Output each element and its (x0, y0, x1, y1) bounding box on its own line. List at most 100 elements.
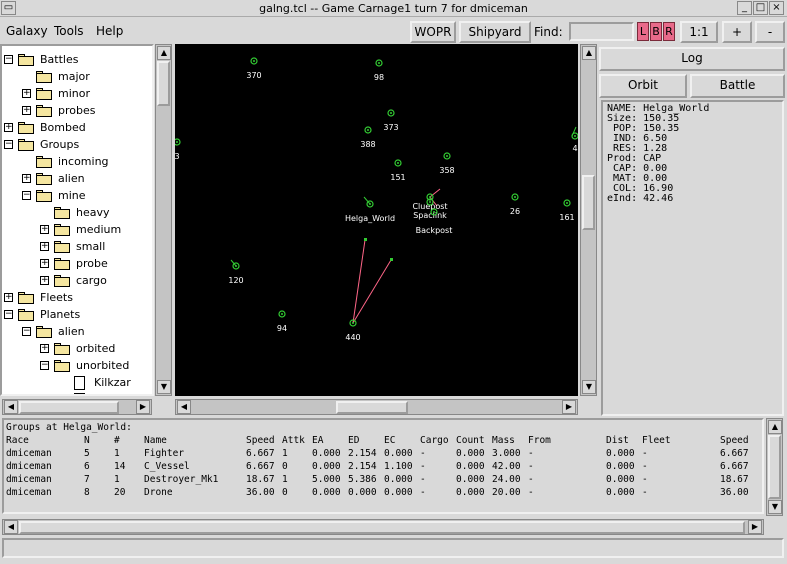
tree-item[interactable]: + Bombed (2, 120, 152, 137)
planet-label[interactable]: Cluepost (412, 202, 447, 211)
tree-item[interactable]: − Planets (2, 307, 152, 324)
planet-label[interactable]: 3 (175, 152, 180, 161)
collapse-icon[interactable]: − (22, 191, 31, 200)
tree-item[interactable]: − Groups (2, 137, 152, 154)
expand-icon[interactable]: + (4, 123, 13, 132)
expand-icon[interactable]: + (40, 276, 49, 285)
tree-item[interactable]: + probe (2, 256, 152, 273)
map-canvas[interactable]: 370 9837338815135826161Helga_World1209444… (175, 44, 578, 396)
planet-label[interactable]: 440 (345, 333, 360, 342)
planet-label[interactable]: Helga_World (345, 214, 395, 223)
expand-icon[interactable]: + (22, 174, 31, 183)
groups-scroll-up-icon[interactable]: ▲ (768, 420, 782, 434)
expand-icon[interactable]: + (40, 259, 49, 268)
tree-item[interactable]: − Battles (2, 52, 152, 69)
planet-label[interactable]: Spaclink (413, 211, 447, 220)
tree-item[interactable]: Mo... (2, 392, 152, 394)
scroll-down-icon[interactable]: ▼ (157, 380, 171, 394)
planet-label[interactable]: 388 (360, 140, 375, 149)
planet-label[interactable]: 26 (510, 207, 520, 216)
map-scroll-down-icon[interactable]: ▼ (582, 380, 596, 394)
groups-vertical-scrollbar[interactable]: ▲ ▼ (766, 418, 783, 516)
zoom-out-button[interactable]: - (755, 21, 785, 43)
tree-hscroll-thumb[interactable] (19, 401, 119, 414)
tree-item[interactable]: + alien (2, 171, 152, 188)
planet-label[interactable]: 370 (246, 71, 261, 80)
tree-item[interactable]: + cargo (2, 273, 152, 290)
groups-scroll-right-icon[interactable]: ▶ (748, 520, 762, 534)
tree-item[interactable]: − alien (2, 324, 152, 341)
map-hscroll-thumb[interactable] (336, 401, 408, 414)
l-button[interactable]: L (637, 22, 649, 41)
tree-item[interactable]: + medium (2, 222, 152, 239)
tree-horizontal-scrollbar[interactable]: ◀ ▶ (2, 399, 152, 415)
galaxy-map[interactable]: 370 98 373 388 151 358 26 161 Helga_World 120 94 44… (175, 44, 578, 396)
zoom-in-button[interactable]: + (722, 21, 752, 43)
map-scroll-right-icon[interactable]: ▶ (562, 400, 576, 414)
tree-item[interactable]: major (2, 69, 152, 86)
log-button[interactable]: Log (599, 47, 785, 71)
tree-scroll-thumb[interactable] (157, 61, 170, 106)
navigation-tree[interactable]: − Battles major + minor + probes + Bombed − Groups… (0, 44, 154, 396)
menu-galaxy[interactable]: Galaxy (6, 24, 48, 38)
planet-label[interactable]: 120 (228, 276, 243, 285)
groups-scroll-left-icon[interactable]: ◀ (4, 520, 18, 534)
groups-scroll-down-icon[interactable]: ▼ (768, 500, 782, 514)
orbit-button[interactable]: Orbit (599, 74, 687, 98)
tree-item[interactable]: − mine (2, 188, 152, 205)
map-vertical-scrollbar[interactable]: ▲ ▼ (580, 44, 597, 396)
planet-label[interactable]: 358 (439, 166, 454, 175)
tree-item[interactable]: + minor (2, 86, 152, 103)
collapse-icon[interactable]: − (40, 361, 49, 370)
minimize-icon[interactable]: _ (737, 1, 752, 15)
tree-item[interactable]: − unorbited (2, 358, 152, 375)
menu-tools[interactable]: Tools (54, 24, 84, 38)
groups-horizontal-scrollbar[interactable]: ◀ ▶ (2, 519, 764, 535)
wopr-button[interactable]: WOPR (410, 21, 456, 43)
collapse-icon[interactable]: − (22, 327, 31, 336)
tree-item[interactable]: + small (2, 239, 152, 256)
map-vscroll-thumb[interactable] (582, 175, 595, 230)
fleet-marker[interactable] (390, 258, 393, 261)
planet-label[interactable]: 4 (572, 144, 577, 153)
maximize-icon[interactable]: □ (753, 1, 768, 15)
expand-icon[interactable]: + (22, 106, 31, 115)
tree-item[interactable]: + orbited (2, 341, 152, 358)
planet-label[interactable]: Backpost (416, 226, 453, 235)
groups-hscroll-thumb[interactable] (19, 521, 745, 534)
planet-label[interactable]: 373 (383, 123, 398, 132)
expand-icon[interactable]: + (40, 344, 49, 353)
tree-item[interactable]: heavy (2, 205, 152, 222)
collapse-icon[interactable]: − (4, 55, 13, 64)
tree-item[interactable]: + probes (2, 103, 152, 120)
map-horizontal-scrollbar[interactable]: ◀ ▶ (175, 399, 578, 415)
expand-icon[interactable]: + (4, 293, 13, 302)
map-scroll-up-icon[interactable]: ▲ (582, 46, 596, 60)
tree-item[interactable]: incoming (2, 154, 152, 171)
close-icon[interactable]: × (769, 1, 784, 15)
scroll-right-icon[interactable]: ▶ (136, 400, 150, 414)
scroll-left-icon[interactable]: ◀ (4, 400, 18, 414)
tree-item[interactable]: Kilkzar (2, 375, 152, 392)
planet-label[interactable]: 98 (374, 73, 384, 82)
fleet-marker[interactable] (364, 238, 367, 241)
planet-label[interactable]: 94 (277, 324, 287, 333)
groups-vscroll-thumb[interactable] (768, 435, 781, 499)
planet-label[interactable]: 161 (559, 213, 574, 222)
find-input[interactable] (569, 22, 634, 41)
r-button[interactable]: R (663, 22, 675, 41)
collapse-icon[interactable]: − (4, 140, 13, 149)
expand-icon[interactable]: + (22, 89, 31, 98)
tree-item[interactable]: + Fleets (2, 290, 152, 307)
scroll-up-icon[interactable]: ▲ (157, 46, 171, 60)
expand-icon[interactable]: + (40, 242, 49, 251)
battle-button[interactable]: Battle (690, 74, 785, 98)
map-scroll-left-icon[interactable]: ◀ (177, 400, 191, 414)
b-button[interactable]: B (650, 22, 662, 41)
menu-help[interactable]: Help (96, 24, 123, 38)
shipyard-button[interactable]: Shipyard (459, 21, 531, 43)
tree-vertical-scrollbar[interactable]: ▲ ▼ (155, 44, 172, 396)
planet-label[interactable]: 151 (390, 173, 405, 182)
zoom-reset-button[interactable]: 1:1 (680, 21, 718, 43)
expand-icon[interactable]: + (40, 225, 49, 234)
